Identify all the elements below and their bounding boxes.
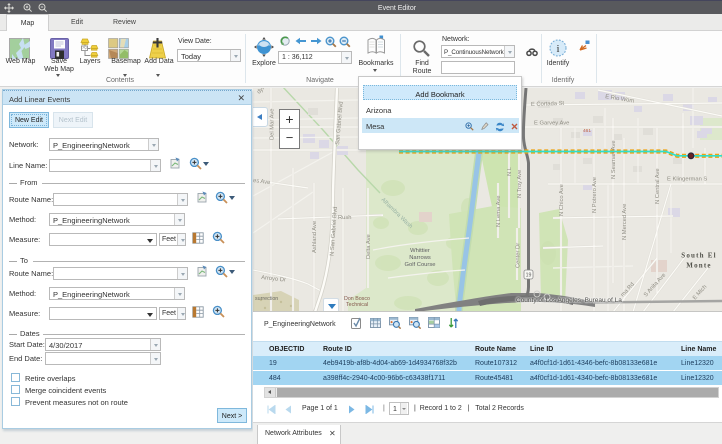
svg-text:Whittier: Whittier	[410, 248, 430, 254]
svg-text:N L: N L	[507, 166, 513, 176]
svg-text:Del Mar Ave: Del Mar Ave	[270, 109, 276, 140]
svg-text:N Troy Ave: N Troy Ave	[517, 170, 523, 198]
svg-text:Monte: Monte	[686, 262, 711, 270]
svg-text:N Merced Ave: N Merced Ave	[622, 204, 628, 240]
svg-text:19: 19	[526, 273, 532, 279]
svg-text:Rush: Rush	[338, 215, 352, 221]
svg-text:Center Dr: Center Dr	[516, 243, 522, 268]
svg-text:N Chico Ave: N Chico Ave	[559, 184, 565, 216]
svg-text:N Seaman Ave: N Seaman Ave	[611, 140, 617, 179]
svg-text:Golf Course: Golf Course	[405, 262, 436, 268]
svg-text:i: i	[556, 43, 559, 55]
svg-text:461: 461	[583, 128, 591, 134]
svg-text:South El: South El	[681, 252, 716, 260]
svg-text:N Potrero Ave: N Potrero Ave	[592, 177, 598, 213]
svg-text:Ashland Ave: Ashland Ave	[312, 221, 318, 253]
svg-text:N Lema Ave: N Lema Ave	[496, 196, 502, 227]
svg-text:surrection: surrection	[255, 296, 278, 302]
svg-text:E Klingerman S: E Klingerman S	[667, 177, 707, 183]
svg-text:E Garvey Ave: E Garvey Ave	[534, 121, 569, 127]
svg-text:Technical: Technical	[346, 302, 368, 308]
svg-text:E Cortada St: E Cortada St	[531, 101, 565, 108]
svg-text:N Central Ave: N Central Ave	[655, 168, 661, 204]
svg-text:Narrows: Narrows	[409, 255, 431, 261]
svg-text:Delta Ave: Delta Ave	[366, 234, 372, 259]
